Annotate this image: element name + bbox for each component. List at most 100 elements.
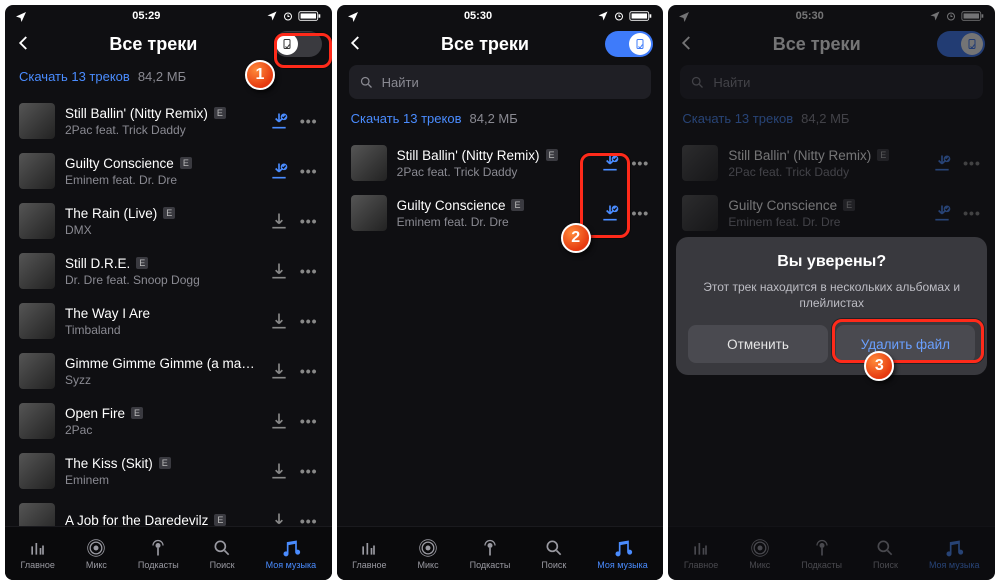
tab-podcasts[interactable]: Подкасты xyxy=(138,538,179,570)
track-name: Guilty Conscience xyxy=(65,156,174,171)
tab-my-music[interactable]: Моя музыка xyxy=(597,538,648,570)
more-button[interactable]: ••• xyxy=(300,363,318,379)
download-all-link[interactable]: Скачать 13 треков xyxy=(19,69,130,84)
more-button[interactable]: ••• xyxy=(300,313,318,329)
download-icon[interactable] xyxy=(268,111,290,131)
download-icon[interactable] xyxy=(268,511,290,526)
alarm-icon xyxy=(282,10,294,22)
download-icon[interactable] xyxy=(268,311,290,331)
delete-file-button[interactable]: Удалить файл xyxy=(836,325,975,363)
track-list[interactable]: Still Ballin' (Nitty Remix) E 2Pac feat.… xyxy=(337,138,664,526)
track-row[interactable]: A Job for the Daredevilz E ••• xyxy=(9,496,328,526)
page-title: Все треки xyxy=(365,34,606,55)
location-icon xyxy=(929,10,941,22)
page-title: Все треки xyxy=(33,34,274,55)
track-row[interactable]: The Kiss (Skit) E Eminem ••• xyxy=(9,446,328,496)
tab-mix[interactable]: Микс xyxy=(418,538,439,570)
tab-search[interactable]: Поиск xyxy=(541,538,566,570)
search-input[interactable]: Найти xyxy=(680,65,983,99)
more-button[interactable]: ••• xyxy=(300,513,318,526)
tab-podcasts[interactable]: Подкасты xyxy=(801,538,842,570)
tab-my-music[interactable]: Моя музыка xyxy=(929,538,980,570)
track-artist: Eminem feat. Dr. Dre xyxy=(397,215,590,229)
tab-search[interactable]: Поиск xyxy=(873,538,898,570)
track-row[interactable]: Guilty Conscience E Eminem feat. Dr. Dre… xyxy=(672,188,991,238)
tab-search[interactable]: Поиск xyxy=(210,538,235,570)
page-title: Все треки xyxy=(696,34,937,55)
track-artist: DMX xyxy=(65,223,258,237)
tab-home[interactable]: Главное xyxy=(20,538,54,570)
downloaded-toggle[interactable] xyxy=(937,31,985,57)
track-row[interactable]: The Rain (Live) E DMX ••• xyxy=(9,196,328,246)
explicit-badge: E xyxy=(843,199,855,211)
back-button[interactable] xyxy=(347,34,365,55)
more-button[interactable]: ••• xyxy=(300,263,318,279)
downloaded-toggle[interactable] xyxy=(605,31,653,57)
tab-mix[interactable]: Микс xyxy=(749,538,770,570)
track-name: Gimme Gimme Gimme (a man… xyxy=(65,356,258,371)
more-button[interactable]: ••• xyxy=(963,155,981,171)
tab-podcasts[interactable]: Подкасты xyxy=(470,538,511,570)
downloaded-toggle[interactable] xyxy=(274,31,322,57)
album-art xyxy=(19,353,55,389)
track-row[interactable]: Guilty Conscience E Eminem feat. Dr. Dre… xyxy=(9,146,328,196)
back-button[interactable] xyxy=(15,34,33,55)
cancel-button[interactable]: Отменить xyxy=(688,325,827,363)
track-row[interactable]: Still Ballin' (Nitty Remix) E 2Pac feat.… xyxy=(341,138,660,188)
explicit-badge: E xyxy=(877,149,889,161)
download-summary: Скачать 13 треков 84,2 МБ xyxy=(337,107,664,138)
tab-home[interactable]: Главное xyxy=(352,538,386,570)
track-row[interactable]: Still Ballin' (Nitty Remix) E 2Pac feat.… xyxy=(9,96,328,146)
tab-bar: Главное Микс Подкасты Поиск Моя музыка xyxy=(337,526,664,580)
more-button[interactable]: ••• xyxy=(300,163,318,179)
more-button[interactable]: ••• xyxy=(631,205,649,221)
more-button[interactable]: ••• xyxy=(631,155,649,171)
album-art xyxy=(19,453,55,489)
track-artist: Eminem feat. Dr. Dre xyxy=(728,215,921,229)
download-icon[interactable] xyxy=(931,203,953,223)
more-button[interactable]: ••• xyxy=(963,205,981,221)
download-icon[interactable] xyxy=(268,161,290,181)
track-artist: Timbaland xyxy=(65,323,258,337)
download-icon[interactable] xyxy=(599,153,621,173)
download-icon[interactable] xyxy=(599,203,621,223)
more-button[interactable]: ••• xyxy=(300,113,318,129)
search-placeholder: Найти xyxy=(713,75,750,90)
search-input[interactable]: Найти xyxy=(349,65,652,99)
download-all-link[interactable]: Скачать 13 треков xyxy=(351,111,462,126)
track-row[interactable]: Still D.R.E. E Dr. Dre feat. Snoop Dogg … xyxy=(9,246,328,296)
download-summary: Скачать 13 треков 84,2 МБ xyxy=(5,65,332,96)
status-time: 05:30 xyxy=(796,10,824,22)
album-art xyxy=(19,303,55,339)
album-art xyxy=(19,153,55,189)
download-icon[interactable] xyxy=(268,211,290,231)
track-row[interactable]: Guilty Conscience E Eminem feat. Dr. Dre… xyxy=(341,188,660,238)
download-icon[interactable] xyxy=(268,261,290,281)
more-button[interactable]: ••• xyxy=(300,213,318,229)
track-row[interactable]: The Way I Are Timbaland ••• xyxy=(9,296,328,346)
battery-icon xyxy=(629,10,653,22)
more-button[interactable]: ••• xyxy=(300,413,318,429)
download-all-link[interactable]: Скачать 13 треков xyxy=(682,111,793,126)
download-size: 84,2 МБ xyxy=(801,111,849,126)
header: Все треки xyxy=(337,27,664,65)
download-icon[interactable] xyxy=(268,461,290,481)
search-icon xyxy=(690,75,705,90)
tab-mix[interactable]: Микс xyxy=(86,538,107,570)
tab-my-music[interactable]: Моя музыка xyxy=(266,538,317,570)
screenshot-1: 05:29 Все треки Скачать 13 треков 84,2 М… xyxy=(5,5,332,580)
download-icon[interactable] xyxy=(268,361,290,381)
track-row[interactable]: Still Ballin' (Nitty Remix) E 2Pac feat.… xyxy=(672,138,991,188)
track-row[interactable]: Gimme Gimme Gimme (a man… Syzz ••• xyxy=(9,346,328,396)
back-button[interactable] xyxy=(678,34,696,55)
track-name: The Rain (Live) xyxy=(65,206,157,221)
download-icon[interactable] xyxy=(931,153,953,173)
more-button[interactable]: ••• xyxy=(300,463,318,479)
tab-home[interactable]: Главное xyxy=(684,538,718,570)
download-icon[interactable] xyxy=(268,411,290,431)
track-row[interactable]: Open Fire E 2Pac ••• xyxy=(9,396,328,446)
battery-icon xyxy=(298,10,322,22)
track-list[interactable]: Still Ballin' (Nitty Remix) E 2Pac feat.… xyxy=(5,96,332,526)
screenshot-2: 05:30 Все треки Найти Скачать 13 треков … xyxy=(337,5,664,580)
airplane-icon xyxy=(678,10,690,22)
